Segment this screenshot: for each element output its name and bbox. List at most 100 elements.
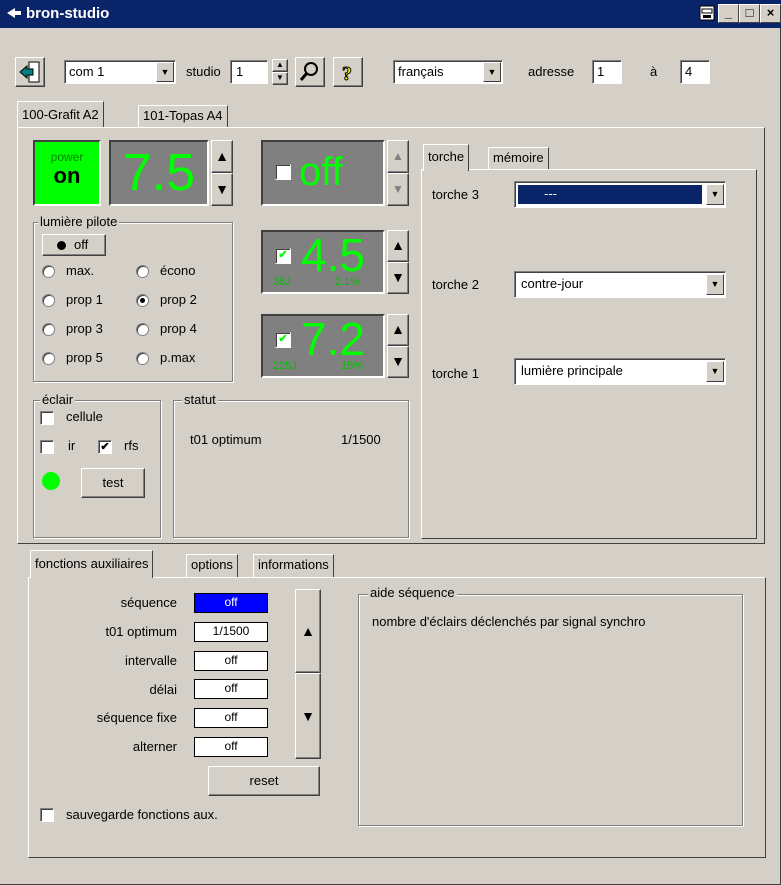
radio-button [42, 294, 55, 307]
app-icon [6, 5, 22, 21]
aux-label-delai: délai [149, 682, 177, 697]
aide-sequence-legend: aide séquence [368, 585, 457, 600]
flash-head-3-increase[interactable]: ▲ [387, 140, 409, 173]
chevron-down-icon[interactable]: ▼ [706, 361, 724, 382]
flash-head-2-energy: 35J [273, 276, 291, 288]
radio-prop5[interactable]: prop 5 [42, 350, 122, 368]
flash-head-1-decrease[interactable]: ▼ [387, 346, 409, 378]
chevron-down-icon[interactable]: ▼ [156, 62, 174, 82]
radio-prop1[interactable]: prop 1 [42, 292, 122, 310]
adresse-to-field[interactable]: 4 [680, 60, 710, 84]
aux-field-t01[interactable]: 1/1500 [194, 622, 268, 642]
tab-device-2[interactable]: 101-Topas A4 [138, 105, 228, 127]
aux-label-t01: t01 optimum [105, 624, 177, 639]
aux-scroll-down-button[interactable]: ▼ [295, 673, 321, 759]
adresse-label: adresse [528, 64, 575, 79]
bullet-icon [57, 241, 66, 250]
torche-2-label: torche 2 [432, 277, 479, 292]
tab-memoire[interactable]: mémoire [488, 147, 549, 169]
chevron-down-icon[interactable]: ▼ [706, 274, 724, 295]
flash-head-3-decrease[interactable]: ▼ [387, 173, 409, 206]
checkbox-box [40, 808, 54, 822]
flash-head-checkbox-2[interactable]: ✔ [275, 248, 291, 264]
tab-options[interactable]: options [186, 554, 238, 578]
torche-1-label: torche 1 [432, 366, 479, 381]
ready-indicator-icon [42, 472, 60, 490]
language-select[interactable]: français ▼ [393, 60, 503, 84]
test-button[interactable]: test [81, 468, 145, 498]
flash-head-2-increase[interactable]: ▲ [387, 230, 409, 262]
reset-button[interactable]: reset [208, 766, 320, 796]
studio-field[interactable]: 1 [230, 60, 268, 84]
cellule-checkbox[interactable]: cellule [40, 409, 150, 427]
aux-field-sequence-fixe[interactable]: off [194, 708, 268, 728]
aux-field-alterner[interactable]: off [194, 737, 268, 757]
radio-econo[interactable]: écono [136, 263, 226, 281]
aux-scroll-up-button[interactable]: ▲ [295, 589, 321, 673]
minimize-button[interactable]: _ [718, 4, 739, 23]
flash-head-display-3: off [261, 140, 385, 206]
checkbox-box: ✔ [98, 440, 112, 454]
radio-pmax[interactable]: p.max [136, 350, 226, 368]
pilot-toggle-button[interactable]: off [42, 234, 106, 256]
adresse-from-field[interactable]: 1 [592, 60, 622, 84]
tab-device-1[interactable]: 100-Grafit A2 [17, 101, 104, 127]
aux-field-delai[interactable]: off [194, 679, 268, 699]
flash-head-checkbox-1[interactable]: ✔ [275, 332, 291, 348]
tab-fonctions-auxiliaires[interactable]: fonctions auxiliaires [30, 550, 154, 578]
torche-2-select[interactable]: contre-jour ▼ [514, 271, 726, 298]
torche-3-label: torche 3 [432, 187, 479, 202]
ir-checkbox[interactable]: ir [40, 438, 86, 456]
flash-head-1-increase[interactable]: ▲ [387, 314, 409, 346]
window-title: bron-studio [26, 5, 110, 22]
aux-field-intervalle[interactable]: off [194, 651, 268, 671]
radio-prop3[interactable]: prop 3 [42, 321, 122, 339]
power-button[interactable]: power on [33, 140, 101, 206]
flash-head-display-2: ✔ 4.5 35J 2.1% [261, 229, 385, 294]
power-label: power [50, 150, 84, 164]
checkbox-box [40, 411, 54, 425]
chevron-down-icon[interactable]: ▼ [483, 62, 501, 82]
svg-text:?: ? [342, 63, 352, 85]
checkbox-box [40, 440, 54, 454]
torche-1-select[interactable]: lumière principale ▼ [514, 358, 726, 385]
tab-informations[interactable]: informations [253, 554, 334, 578]
print-icon[interactable] [698, 5, 716, 21]
studio-spin-down[interactable]: ▼ [272, 72, 288, 85]
power-increase-button[interactable]: ▲ [211, 140, 233, 173]
radio-max[interactable]: max. [42, 263, 122, 281]
a-label: à [650, 64, 658, 79]
help-button[interactable]: ? [333, 57, 363, 87]
flash-head-checkbox-3[interactable] [275, 164, 291, 180]
chevron-down-icon[interactable]: ▼ [706, 184, 724, 205]
radio-button [136, 265, 149, 278]
flash-head-1-percent: 15% [341, 360, 364, 372]
port-select[interactable]: com 1 ▼ [64, 60, 176, 84]
flash-head-1-energy: 225J [273, 360, 297, 372]
maximize-button[interactable]: □ [739, 4, 760, 23]
save-aux-checkbox[interactable]: sauvegarde fonctions aux. [40, 806, 270, 826]
radio-button [136, 323, 149, 336]
question-icon: ? [342, 63, 353, 86]
aux-field-sequence[interactable]: off [194, 593, 268, 613]
power-decrease-button[interactable]: ▼ [211, 173, 233, 206]
aide-sequence-text: nombre d'éclairs déclenchés par signal s… [372, 614, 646, 629]
radio-prop4[interactable]: prop 4 [136, 321, 226, 339]
radio-button [42, 352, 55, 365]
torche-3-select[interactable]: --- ▼ [514, 181, 726, 208]
studio-label: studio [186, 64, 221, 79]
pilot-light-legend: lumière pilote [38, 214, 120, 229]
tab-torche[interactable]: torche [423, 144, 470, 171]
statut-name: t01 optimum [190, 432, 262, 447]
exit-button[interactable] [15, 57, 45, 87]
rfs-checkbox[interactable]: ✔ rfs [98, 438, 148, 456]
radio-button [136, 352, 149, 365]
eclair-legend: éclair [40, 392, 76, 407]
flash-head-2-decrease[interactable]: ▼ [387, 262, 409, 294]
studio-spin-up[interactable]: ▲ [272, 59, 288, 72]
radio-button [42, 323, 55, 336]
search-button[interactable] [295, 57, 325, 87]
radio-prop2[interactable]: prop 2 [136, 292, 226, 310]
close-button[interactable]: × [760, 4, 781, 23]
title-bar: bron-studio _ □ × [0, 0, 781, 28]
